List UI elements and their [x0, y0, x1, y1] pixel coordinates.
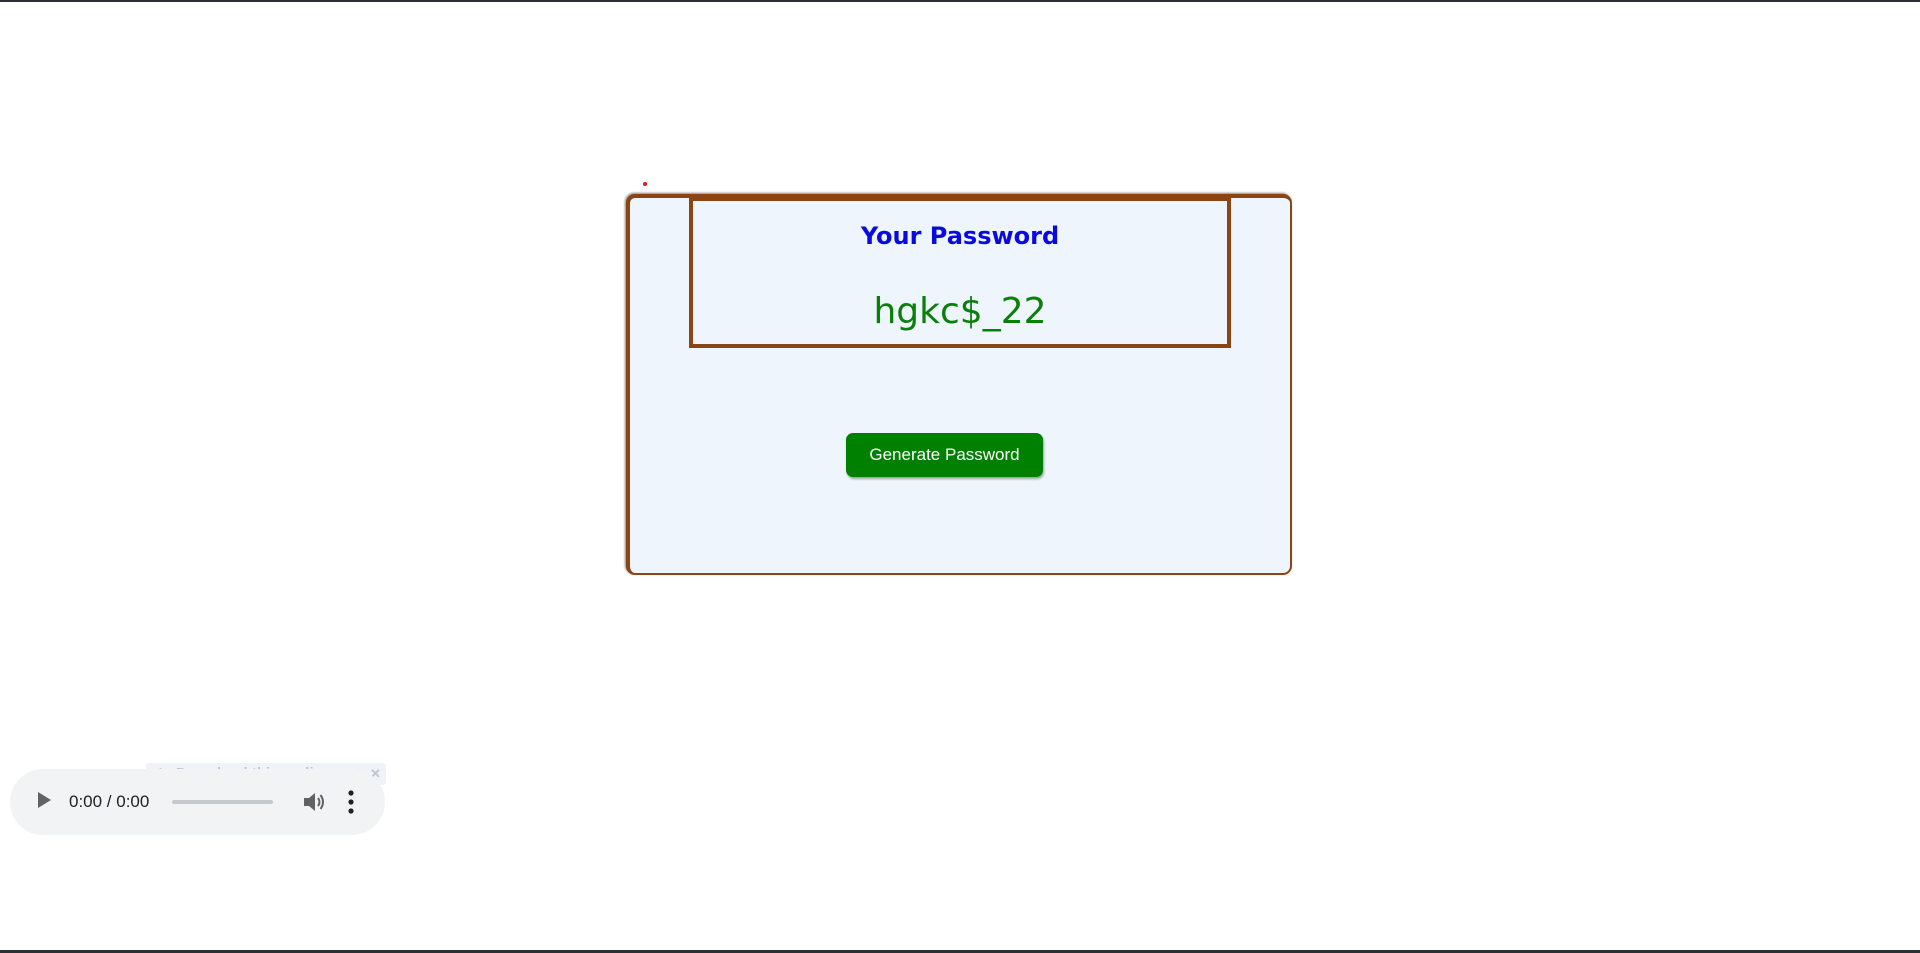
- top-border: [0, 0, 1920, 2]
- more-options-icon[interactable]: [348, 790, 354, 814]
- audio-seek-bar[interactable]: [172, 800, 273, 804]
- password-value: hgkc$_22: [873, 291, 1047, 332]
- audio-time-display: 0:00 / 0:00: [69, 792, 150, 811]
- password-title: Your Password: [860, 222, 1060, 250]
- generate-password-button[interactable]: Generate Password: [846, 433, 1043, 477]
- password-display-box: Your Password hgkc$_22: [689, 197, 1231, 348]
- audio-player: 0:00 / 0:00: [10, 769, 385, 835]
- volume-icon[interactable]: [302, 791, 326, 813]
- play-icon[interactable]: [38, 792, 51, 808]
- red-dot-marker: [643, 182, 647, 186]
